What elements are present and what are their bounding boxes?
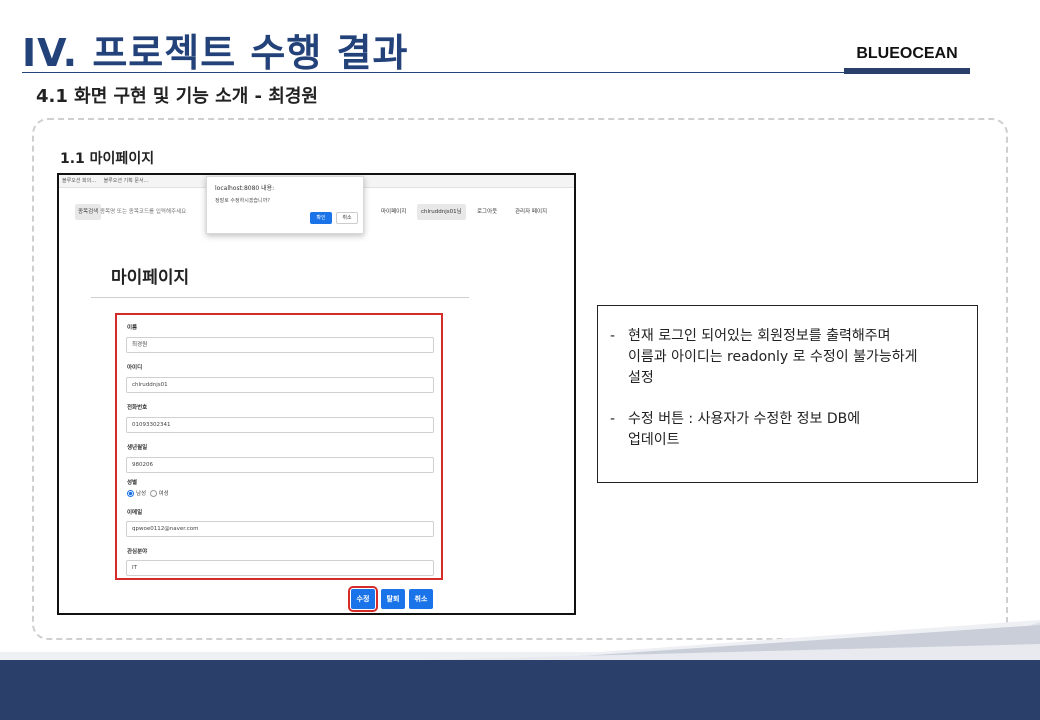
description-text: 현재 로그인 되어있는 회원정보를 출력해주며 bbox=[628, 328, 891, 344]
description-item: 설정 bbox=[610, 368, 967, 389]
stock-search-input[interactable]: 종목명 또는 종목코드를 입력해주세요 bbox=[97, 204, 189, 220]
phone-label: 전화번호 bbox=[127, 405, 148, 411]
bookmark-item[interactable]: 블루오션 회의... bbox=[62, 178, 96, 184]
nav-logout[interactable]: 로그아웃 bbox=[473, 204, 501, 220]
description-item: 업데이트 bbox=[610, 430, 967, 451]
birthdate-field[interactable]: 980206 bbox=[126, 457, 434, 473]
bullet-dash: - bbox=[610, 328, 616, 344]
name-label: 이름 bbox=[127, 325, 138, 331]
dialog-message: 정말로 수정하시겠습니까? bbox=[215, 198, 270, 204]
id-field[interactable]: chlruddnjs01 bbox=[126, 377, 434, 393]
footer-decoration bbox=[0, 620, 1040, 720]
id-label: 아이디 bbox=[127, 365, 143, 371]
page-divider bbox=[91, 297, 469, 298]
email-label: 이메일 bbox=[127, 510, 143, 516]
bookmark-item[interactable]: 블루오션 기획 문서... bbox=[104, 178, 149, 184]
gender-label: 성별 bbox=[127, 480, 138, 486]
title-divider bbox=[22, 72, 844, 73]
description-text: 업데이트 bbox=[628, 432, 680, 448]
description-text: 수정 버튼 : 사용자가 수정한 정보 DB에 bbox=[628, 411, 861, 427]
name-field[interactable]: 최경원 bbox=[126, 337, 434, 353]
birthdate-label: 생년월일 bbox=[127, 445, 148, 451]
mypage-screenshot: 블루오션 회의... 블루오션 기획 문서... 종목검색 종목명 또는 종목코… bbox=[57, 173, 576, 615]
nav-username[interactable]: chlruddnjs01님 bbox=[417, 204, 466, 220]
description-item: - 현재 로그인 되어있는 회원정보를 출력해주며 bbox=[610, 326, 967, 347]
confirm-dialog: localhost:8080 내용: 정말로 수정하시겠습니까? 확인 취소 bbox=[206, 176, 364, 234]
email-field[interactable]: qpwoe0112@naver.com bbox=[126, 521, 434, 537]
dialog-ok-button[interactable]: 확인 bbox=[310, 212, 332, 224]
dialog-title: localhost:8080 내용: bbox=[215, 185, 275, 192]
gender-female-label: 여성 bbox=[158, 491, 169, 497]
bullet-dash: - bbox=[610, 411, 616, 427]
gender-male-radio[interactable] bbox=[127, 490, 134, 497]
gender-radio-group: 남성 여성 bbox=[127, 489, 169, 497]
description-text: 설정 bbox=[628, 370, 654, 386]
slide-title: IV. 프로젝트 수행 결과 bbox=[22, 31, 409, 75]
phone-field[interactable]: 01093302341 bbox=[126, 417, 434, 433]
nav-mypage[interactable]: 마이페이지 bbox=[377, 204, 410, 220]
description-text: 이름과 아이디는 readonly 로 수정이 불가능하게 bbox=[628, 349, 918, 365]
interest-label: 관심분야 bbox=[127, 549, 148, 555]
profile-form: 이름 최경원 아이디 chlruddnjs01 전화번호 01093302341… bbox=[115, 313, 443, 580]
description-item: 이름과 아이디는 readonly 로 수정이 불가능하게 bbox=[610, 347, 967, 368]
gender-male-label: 남성 bbox=[136, 491, 147, 497]
nav-admin[interactable]: 관리자 페이지 bbox=[511, 204, 551, 220]
dialog-cancel-button[interactable]: 취소 bbox=[336, 212, 358, 224]
gender-female-radio[interactable] bbox=[149, 490, 157, 497]
description-item: - 수정 버튼 : 사용자가 수정한 정보 DB에 bbox=[610, 409, 967, 430]
page-title: 마이페이지 bbox=[111, 268, 190, 288]
slide-subtitle: 4.1 화면 구현 및 기능 소개 - 최경원 bbox=[36, 86, 318, 107]
description-box: - 현재 로그인 되어있는 회원정보를 출력해주며 이름과 아이디는 reado… bbox=[597, 305, 978, 483]
brand-label: BLUEOCEAN bbox=[844, 40, 970, 74]
section-label: 1.1 마이페이지 bbox=[60, 151, 155, 167]
interest-field[interactable]: IT bbox=[126, 560, 434, 576]
